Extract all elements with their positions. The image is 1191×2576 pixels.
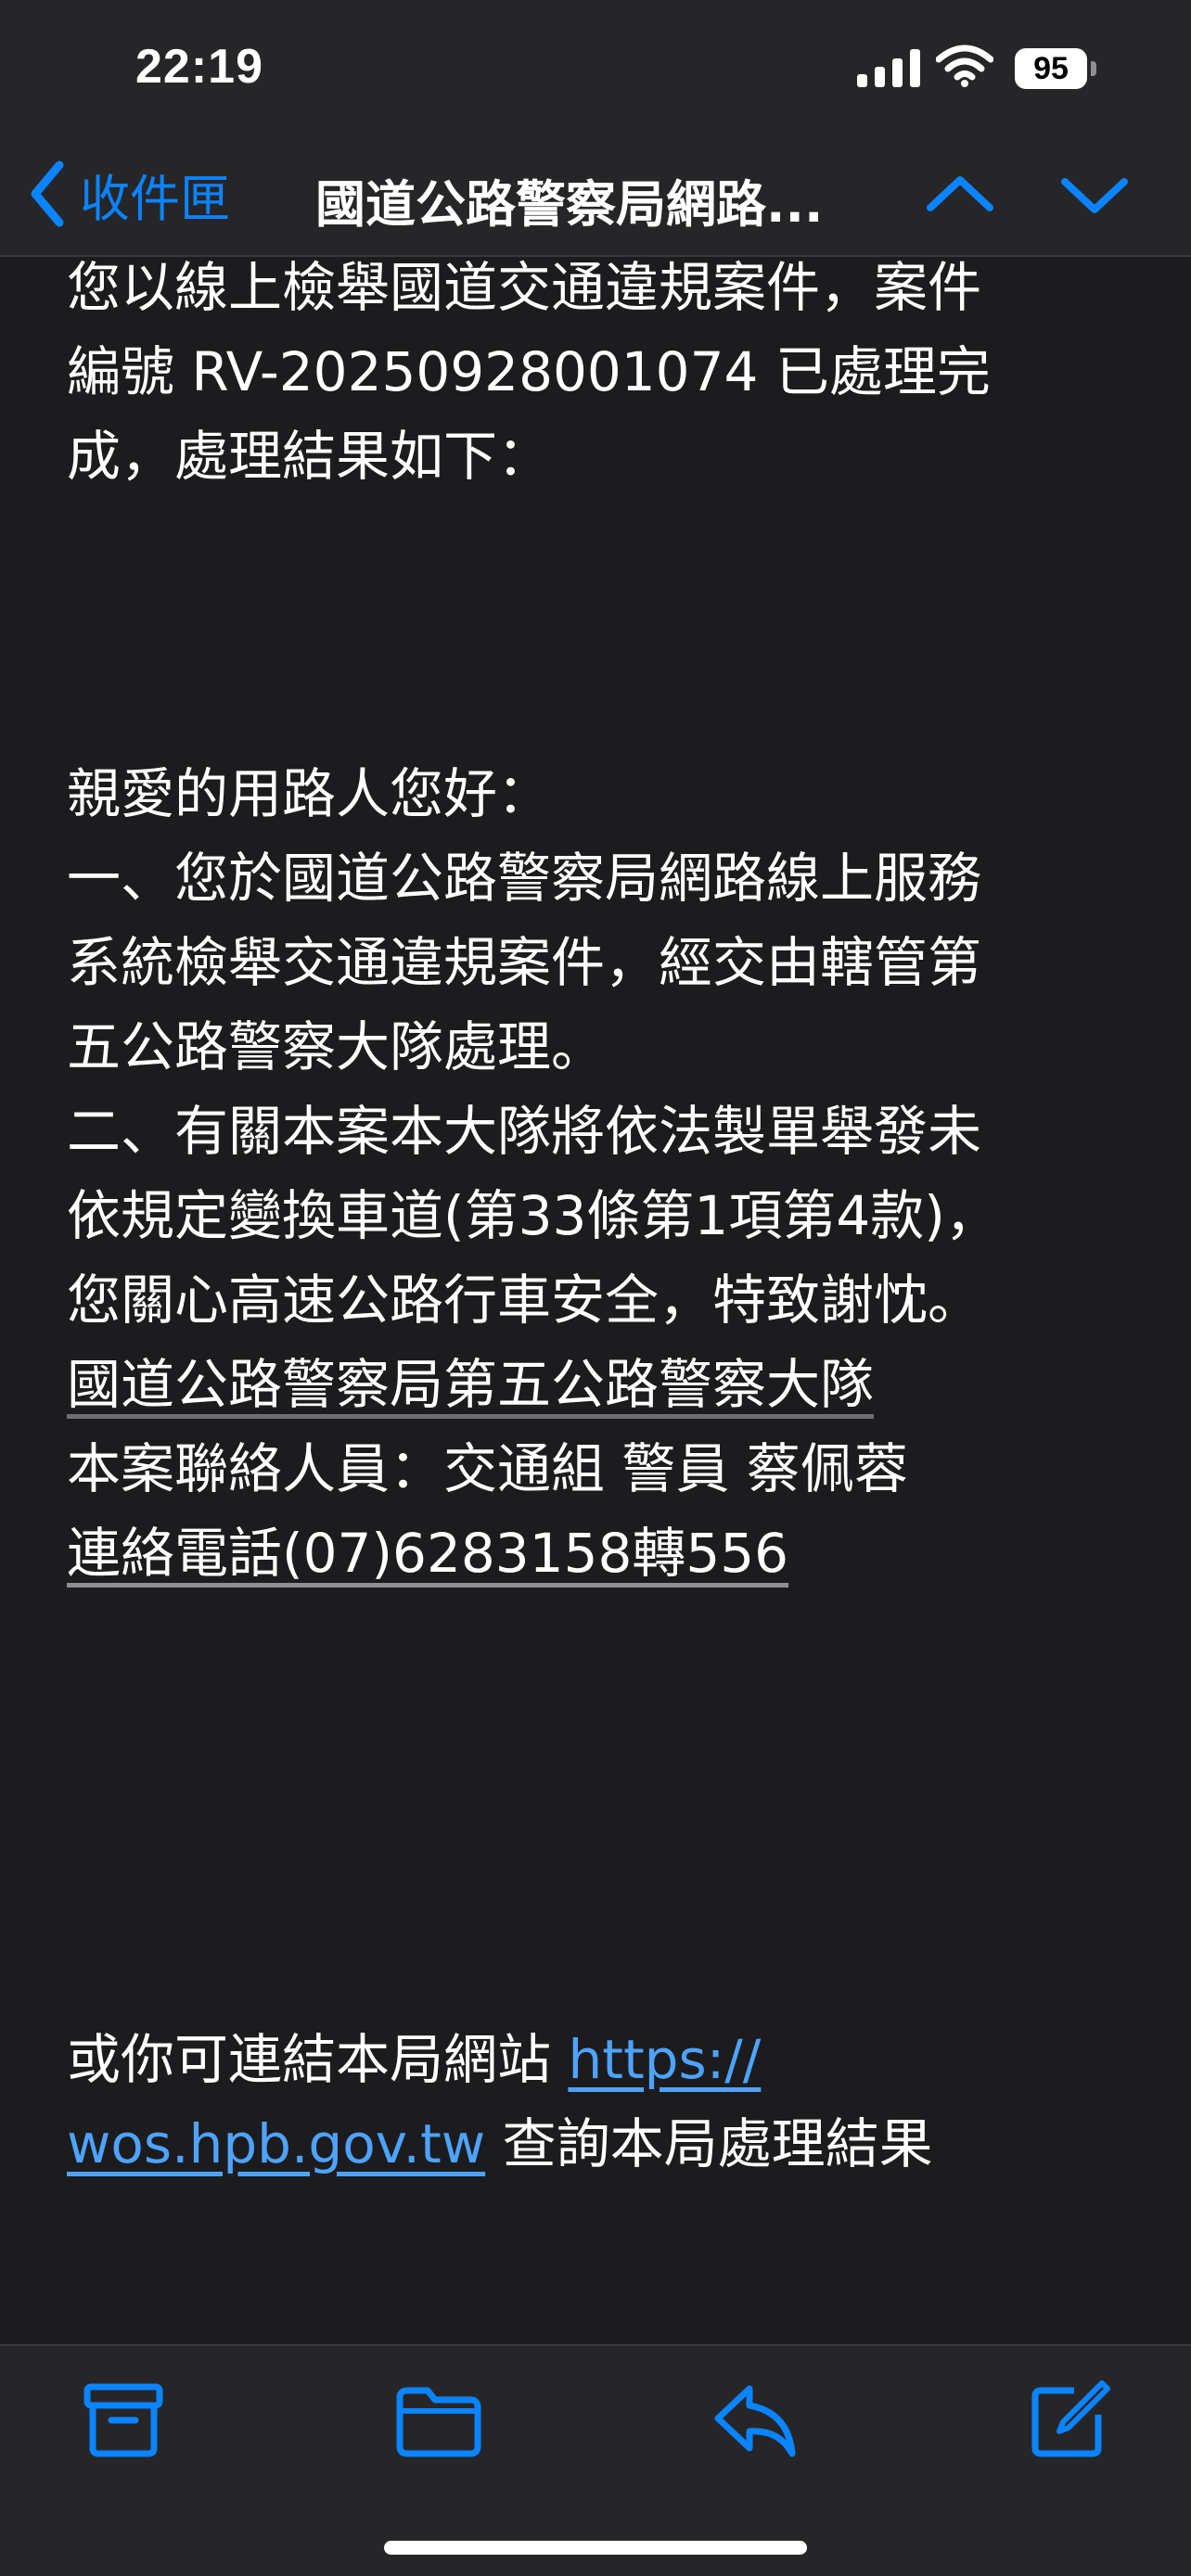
battery-icon: 95	[1015, 48, 1087, 89]
website-link-part-2[interactable]: wos.hpb.gov.tw	[67, 2112, 485, 2175]
chevron-left-icon	[31, 160, 64, 227]
home-indicator[interactable]	[384, 2541, 807, 2555]
archive-button[interactable]	[82, 2378, 165, 2465]
status-time: 22:19	[135, 40, 263, 94]
intro-line: 您以線上檢舉國道交通違規案件，案件	[67, 256, 982, 319]
greeting-line: 親愛的用路人您好：	[67, 762, 552, 825]
body-line: 系統檢舉交通違規案件，經交由轄管第	[67, 931, 982, 994]
body-line: 您關心高速公路行車安全，特致謝忱。	[67, 1269, 982, 1332]
battery-tip	[1091, 61, 1096, 76]
chevron-down-icon	[1061, 178, 1128, 213]
website-line-1: 或你可連結本局網站 https://	[67, 2018, 1124, 2102]
reply-button[interactable]	[711, 2378, 800, 2465]
signal-icon	[857, 49, 920, 87]
wifi-icon	[936, 45, 993, 87]
back-label: 收件匣	[80, 169, 230, 228]
phone-number-link[interactable]: 連絡電話(07)6283158轉556	[67, 1511, 1124, 1596]
navigation-bar: 收件匣 國道公路警察局網路...	[0, 139, 1191, 257]
intro-paragraph: 您以線上檢舉國道交通違規案件，案件 編號 RV-20250928001074 已…	[67, 246, 1124, 499]
chevron-up-icon	[927, 176, 993, 211]
previous-message-button[interactable]	[923, 167, 997, 226]
reply-icon	[714, 2385, 796, 2457]
compose-button[interactable]	[1028, 2378, 1111, 2465]
body-line: 二、有關本案本大隊將依法製單舉發未	[67, 1100, 982, 1163]
body-line: 五公路警察大隊處理。	[67, 1015, 606, 1078]
intro-line: 編號 RV-20250928001074 已處理完	[67, 340, 991, 403]
message-subject-title: 國道公路警察局網路...	[315, 175, 824, 234]
organization-line: 國道公路警察局第五公路警察大隊	[67, 1353, 875, 1416]
compose-icon	[1031, 2380, 1110, 2457]
mail-screen: 22:19 95 收件匣 國道公路警察局網路... 您以線上檢舉國道交通違規案件…	[0, 0, 1191, 2576]
next-message-button[interactable]	[1057, 167, 1132, 226]
archive-icon	[83, 2383, 163, 2457]
result-paragraph: 親愛的用路人您好： 一、您於國道公路警察局網路線上服務 系統檢舉交通違規案件，經…	[67, 752, 1124, 1596]
move-to-folder-button[interactable]	[394, 2378, 483, 2465]
website-prefix: 或你可連結本局網站	[67, 2028, 569, 2091]
message-body: 您以線上檢舉國道交通違規案件，案件 編號 RV-20250928001074 已…	[67, 255, 1124, 2187]
body-line: 一、您於國道公路警察局網路線上服務	[67, 847, 982, 910]
contact-person-line: 本案聯絡人員：交通組 警員 蔡佩蓉	[67, 1437, 908, 1500]
body-line: 依規定變換車道(第33條第1項第4款)，	[67, 1184, 999, 1247]
website-link-part-1[interactable]: https://	[568, 2028, 761, 2091]
website-suffix: 查詢本局處理結果	[485, 2112, 933, 2175]
intro-line: 成，處理結果如下：	[67, 425, 552, 488]
status-bar: 22:19 95	[0, 0, 1191, 139]
folder-icon	[396, 2387, 481, 2457]
website-line-2: wos.hpb.gov.tw 查詢本局處理結果	[67, 2102, 1124, 2187]
back-to-inbox-button[interactable]: 收件匣	[28, 152, 230, 236]
website-paragraph: 或你可連結本局網站 https:// wos.hpb.gov.tw 查詢本局處理…	[67, 2018, 1124, 2187]
